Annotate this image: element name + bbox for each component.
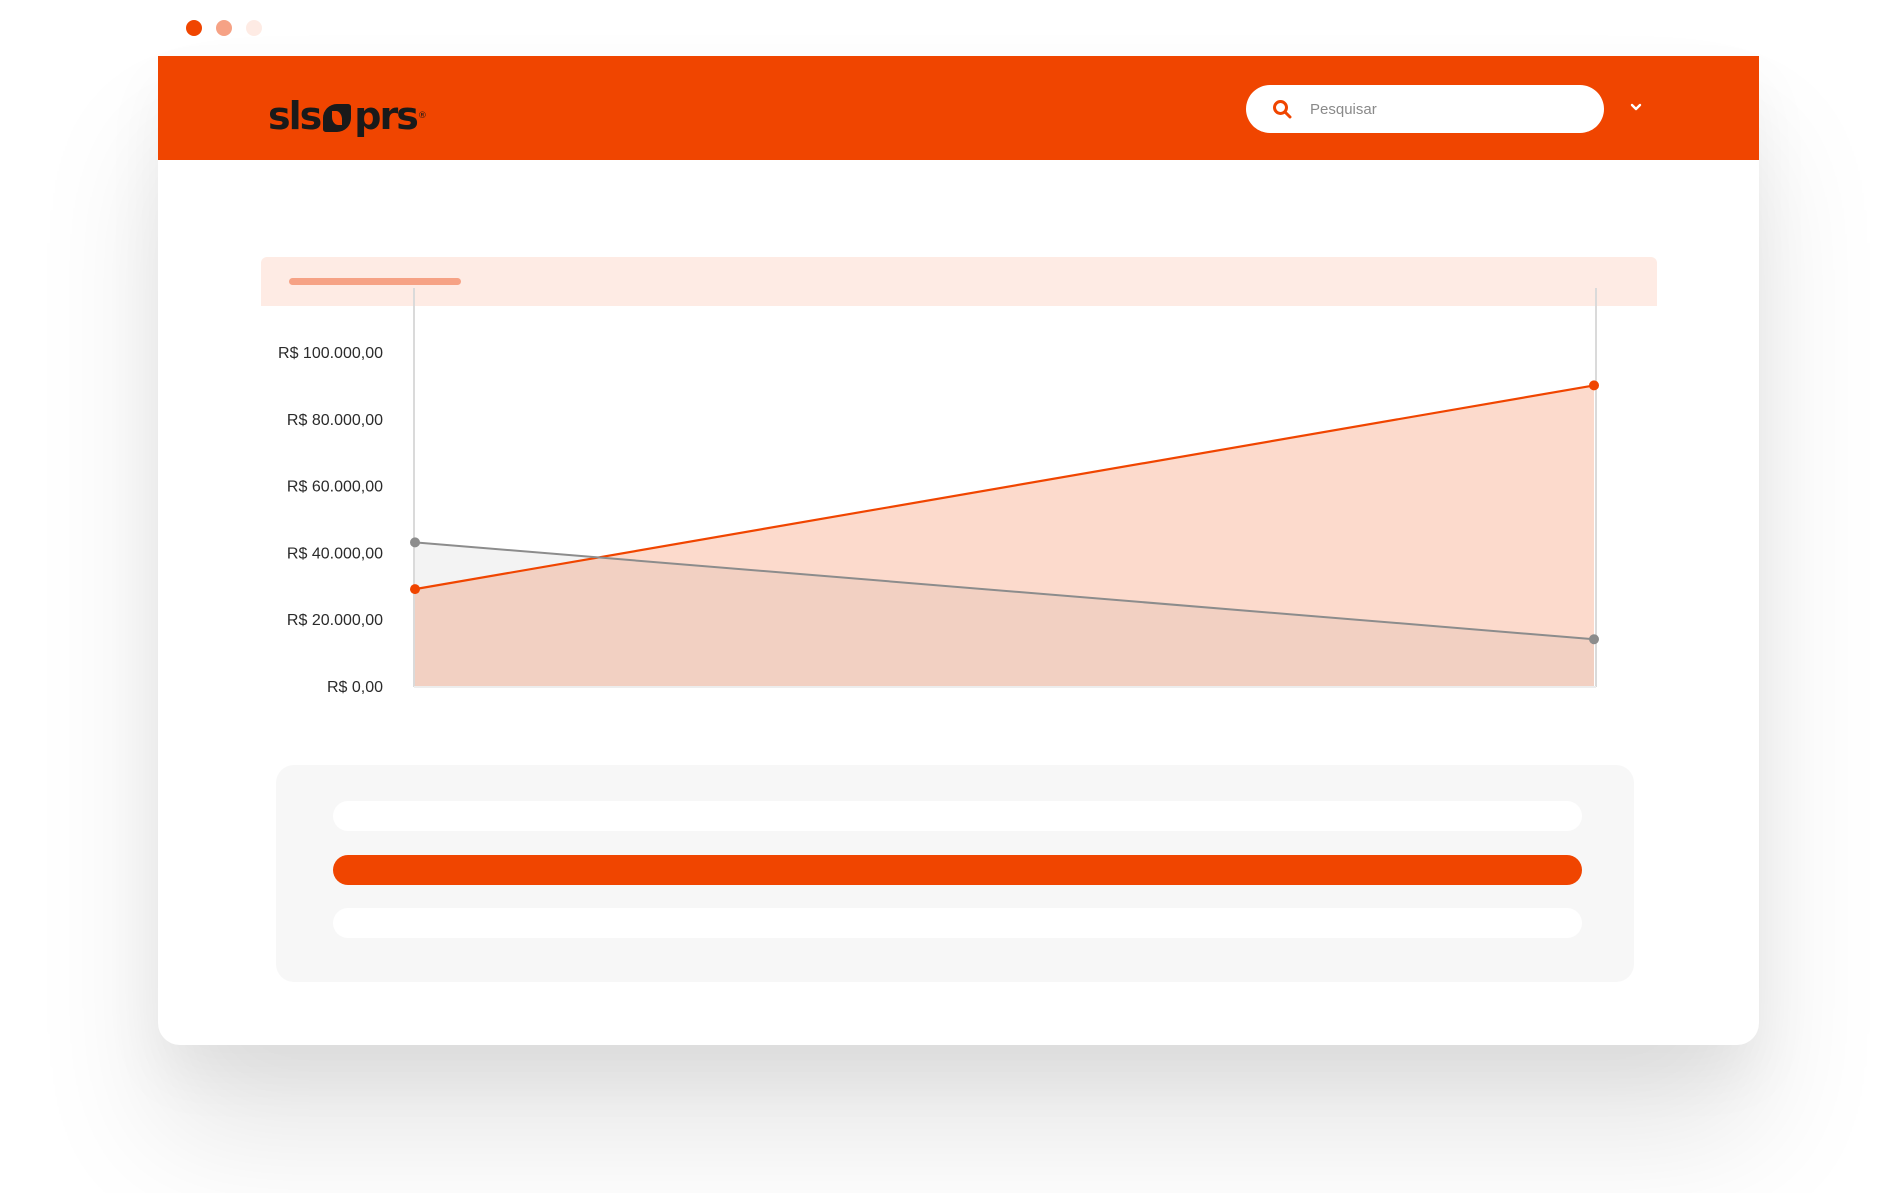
close-window-button[interactable] (186, 20, 202, 36)
list-item[interactable] (333, 908, 1582, 938)
chart-areas (415, 385, 1594, 686)
y-tick-label: R$ 20.000,00 (287, 612, 383, 629)
list-item-selected[interactable] (333, 855, 1582, 885)
y-tick-label: R$ 60.000,00 (287, 479, 383, 496)
y-tick-label: R$ 80.000,00 (287, 412, 383, 429)
app-window: sls prs ® R$ 100.000,00R$ 80.000,00R$ 60… (158, 56, 1759, 1045)
maximize-window-button[interactable] (246, 20, 262, 36)
list-item[interactable] (333, 801, 1582, 831)
y-tick-label: R$ 100.000,00 (278, 345, 383, 362)
minimize-window-button[interactable] (216, 20, 232, 36)
y-tick-label: R$ 40.000,00 (287, 545, 383, 562)
options-card (276, 765, 1634, 982)
data-point-orange (410, 584, 420, 595)
window-controls (186, 20, 262, 36)
data-point-gray (1589, 634, 1599, 645)
y-axis-tick-labels: R$ 100.000,00 R$ 80.000,00 R$ 60.000,00 R$ … (278, 345, 383, 696)
y-tick-label: R$ 0,00 (327, 679, 383, 696)
area-fill-orange (415, 385, 1594, 686)
data-point-orange (1589, 380, 1599, 391)
data-point-gray (410, 537, 420, 548)
